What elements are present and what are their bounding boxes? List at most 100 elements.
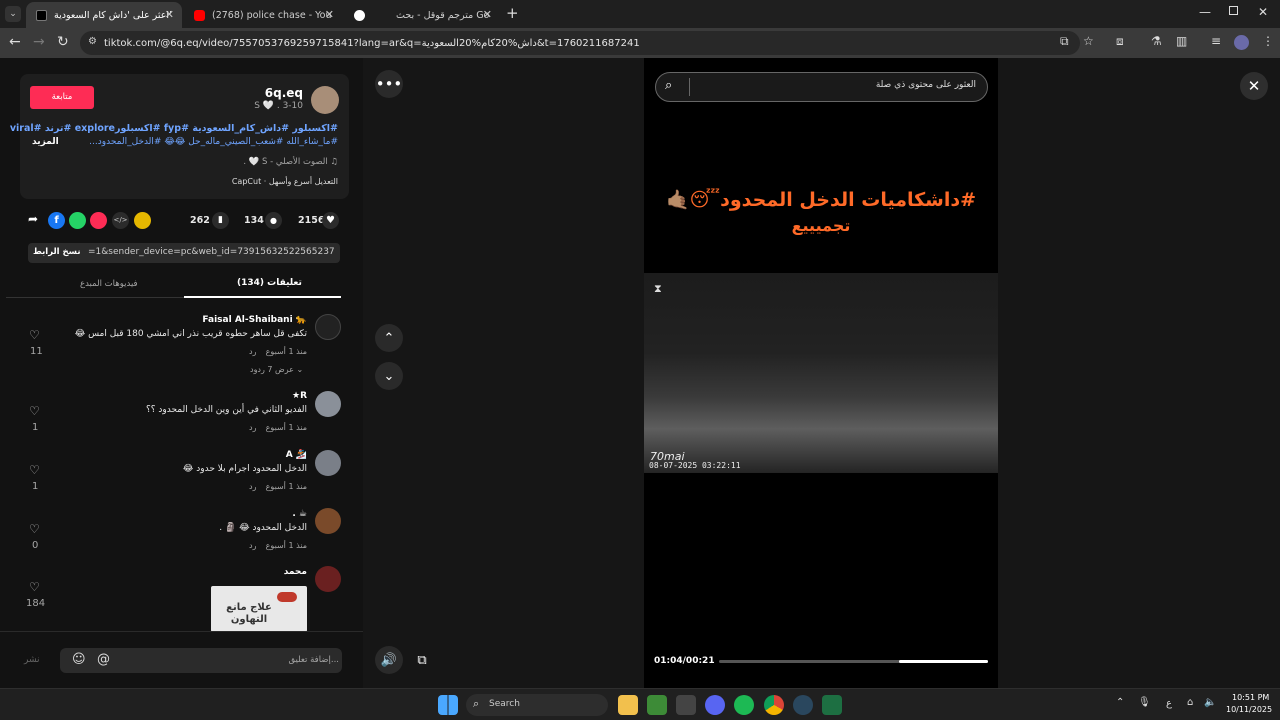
share-icon[interactable]: ➦ <box>28 212 38 226</box>
tab-youtube[interactable]: (2768) police chase - YouTube ✕ <box>184 2 342 28</box>
heart-icon[interactable]: ♡ <box>29 463 40 477</box>
unity-icon[interactable] <box>676 695 696 715</box>
search-icon[interactable]: ⌕ <box>665 78 672 93</box>
reply-button[interactable]: رد <box>249 541 256 550</box>
chrome-icon[interactable] <box>764 695 784 715</box>
comment-button[interactable]: ● <box>265 212 282 229</box>
profile-avatar[interactable] <box>1234 35 1249 50</box>
facebook-icon[interactable]: f <box>48 212 65 229</box>
floating-player-button[interactable]: ⧉ <box>408 646 436 674</box>
heart-icon[interactable]: ♡ <box>29 580 40 594</box>
close-tab-icon[interactable]: ✕ <box>483 8 492 21</box>
tray-chevron-icon[interactable]: ⌃ <box>1116 697 1124 708</box>
steam-icon[interactable] <box>793 695 813 715</box>
avatar[interactable] <box>315 508 341 534</box>
comment-author[interactable]: ★R <box>292 391 307 401</box>
follow-button[interactable]: متابعة <box>30 86 94 109</box>
heart-icon[interactable]: ♡ <box>29 404 40 418</box>
close-tab-icon[interactable]: ✕ <box>165 8 174 21</box>
minecraft-icon[interactable] <box>647 695 667 715</box>
volume-icon[interactable]: 🔈 <box>1204 697 1216 708</box>
tab-search-button[interactable]: ⌄ <box>5 6 21 22</box>
new-tab-button[interactable]: + <box>506 4 519 22</box>
excel-icon[interactable] <box>822 695 842 715</box>
gift-icon[interactable] <box>134 212 151 229</box>
progress-track[interactable] <box>719 660 988 663</box>
forward-icon[interactable]: → <box>33 34 45 50</box>
sound-label[interactable]: ♫ الصوت الأصلي - S 🤍 . <box>243 157 338 167</box>
discord-icon[interactable] <box>705 695 725 715</box>
view-replies-button[interactable]: عرض 7 ردود ⌄ <box>250 365 303 374</box>
reload-icon[interactable]: ↻ <box>57 34 69 50</box>
reply-button[interactable]: رد <box>249 482 256 491</box>
site-info-icon[interactable]: ⚙ <box>88 36 97 47</box>
menu-icon[interactable]: ⋮ <box>1262 34 1274 48</box>
post-comment-button[interactable]: نشر <box>24 655 40 665</box>
address-bar[interactable]: ⚙ tiktok.com/@6q.eq/video/75570537692597… <box>80 31 1080 55</box>
network-icon[interactable]: ⌂ <box>1187 697 1193 708</box>
capcut-watermark-icon: ⧗ <box>654 282 662 295</box>
close-window-icon[interactable]: ✕ <box>1258 5 1268 19</box>
spotify-icon[interactable] <box>734 695 754 715</box>
avatar[interactable] <box>311 86 339 114</box>
avatar[interactable] <box>315 391 341 417</box>
dashcam-timestamp: 08-07-2025 03:22:11 <box>649 461 741 470</box>
file-explorer-icon[interactable] <box>618 695 638 715</box>
microphone-icon[interactable]: 🎙 <box>1138 697 1151 708</box>
taskbar-search[interactable] <box>466 694 608 716</box>
tab-google[interactable]: مترجم قوقل - بحث Google ✕ <box>344 2 500 28</box>
volume-button[interactable]: 🔊 <box>375 646 403 674</box>
minimize-icon[interactable]: — <box>1199 5 1211 19</box>
capcut-label[interactable]: CapCut · التعديل أسرع وأسهل <box>232 177 338 186</box>
comment-author[interactable]: A 🏂 <box>286 450 307 460</box>
flask-icon[interactable]: ⚗ <box>1151 34 1162 48</box>
comment-author[interactable]: . ☕ <box>292 509 307 519</box>
side-panel-icon[interactable]: ▥ <box>1176 34 1187 48</box>
media-controls-icon[interactable]: ≡ <box>1211 34 1221 48</box>
comment-like-count: 184 <box>26 598 46 609</box>
comment-like-count: 11 <box>30 346 43 357</box>
avatar[interactable] <box>315 566 341 592</box>
telegram-icon[interactable] <box>90 212 107 229</box>
close-tab-icon[interactable]: ✕ <box>325 8 334 21</box>
comment-time: منذ 1 أسبوع <box>265 482 307 491</box>
tab-tiktok[interactable]: اعثر على 'داش كام السعودية' ✕ <box>26 2 182 28</box>
comment-author[interactable]: Faisal Al-Shaibani 🐆 <box>202 315 307 325</box>
video-player[interactable]: ⌕ العثور على محتوى ذي صلة #داشكاميات الد… <box>644 58 998 688</box>
tab-creator-videos[interactable]: فيديوهات المبدع <box>80 279 138 289</box>
clock-time[interactable]: 10:51 PM <box>1232 693 1269 702</box>
tab-comments[interactable]: تعليقات (134) <box>237 278 302 288</box>
next-video-button[interactable]: ⌄ <box>375 362 403 390</box>
more-options-button[interactable]: ••• <box>375 70 403 98</box>
previous-video-button[interactable]: ⌃ <box>375 324 403 352</box>
more-button[interactable]: المزيد <box>32 137 59 147</box>
copy-link-button[interactable]: نسخ الرابط <box>33 247 81 257</box>
heart-icon[interactable]: ♡ <box>29 522 40 536</box>
comment-author[interactable]: محمد <box>284 567 307 577</box>
clock-date[interactable]: 10/11/2025 <box>1226 705 1272 714</box>
back-icon[interactable]: ← <box>9 34 21 50</box>
username[interactable]: 6q.eq <box>265 86 303 100</box>
bookmark-star-icon[interactable]: ☆ <box>1083 34 1094 48</box>
install-app-icon[interactable]: ⧉ <box>1060 34 1069 49</box>
comment-placeholder: إضافة تعليق... <box>288 655 339 665</box>
reply-button[interactable]: رد <box>249 347 256 356</box>
mention-icon[interactable]: @ <box>97 652 110 667</box>
windows-start-icon[interactable] <box>438 695 458 715</box>
language-indicator[interactable]: ع <box>1166 698 1172 709</box>
extensions-icon[interactable]: ⧈ <box>1116 34 1124 49</box>
embed-icon[interactable]: </> <box>112 212 129 229</box>
comment-like-count: 0 <box>32 540 39 551</box>
avatar[interactable] <box>315 314 341 340</box>
avatar[interactable] <box>315 450 341 476</box>
whatsapp-icon[interactable] <box>69 212 86 229</box>
heart-icon[interactable]: ♡ <box>29 328 40 342</box>
bookmark-button[interactable]: ▮ <box>212 212 229 229</box>
restore-icon[interactable] <box>1229 6 1238 15</box>
backdrop: ✕ <box>998 58 1280 688</box>
reply-button[interactable]: رد <box>249 423 256 432</box>
close-button[interactable]: ✕ <box>1240 72 1268 100</box>
emoji-icon[interactable]: ☺ <box>72 652 86 667</box>
like-button[interactable]: ♥ <box>322 212 339 229</box>
tab-title: اعثر على 'داش كام السعودية' <box>54 9 172 21</box>
